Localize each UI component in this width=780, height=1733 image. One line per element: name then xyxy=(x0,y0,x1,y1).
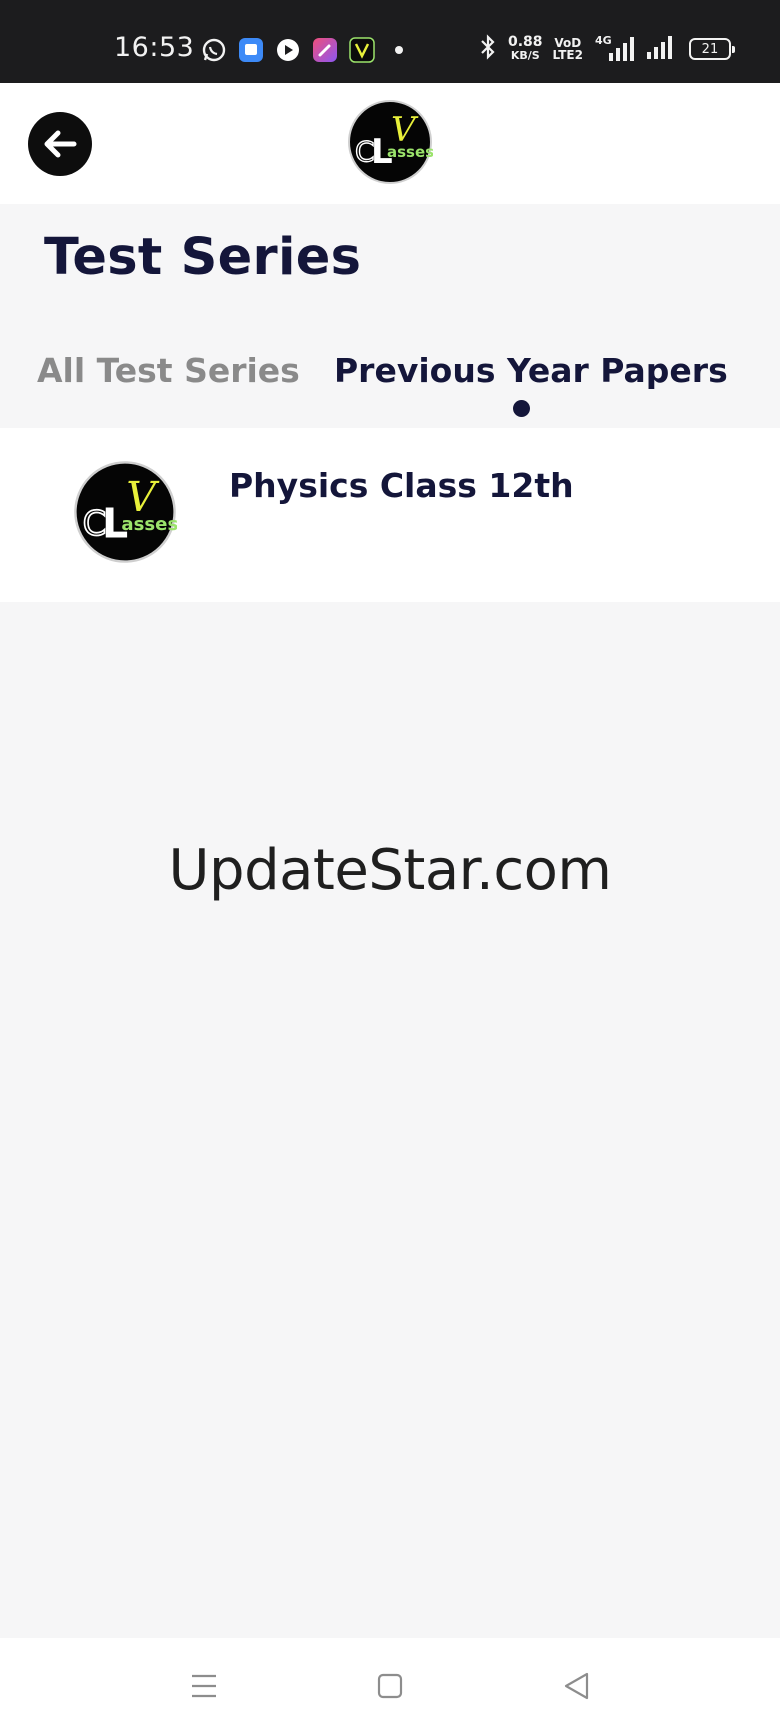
bluetooth-icon xyxy=(478,33,498,65)
item-logo: V C L asses xyxy=(73,460,178,564)
nav-home-button[interactable] xyxy=(370,1666,410,1706)
tab-all-test-series[interactable]: All Test Series xyxy=(37,351,300,390)
tab-previous-year-papers[interactable]: Previous Year Papers xyxy=(334,351,728,390)
watermark-text: UpdateStar.com xyxy=(168,838,612,903)
back-button[interactable] xyxy=(28,112,92,176)
whatsapp-icon xyxy=(200,37,227,64)
notification-icons xyxy=(200,36,412,64)
title-section: Test Series All Test Series Previous Yea… xyxy=(0,204,780,428)
item-title: Physics Class 12th xyxy=(229,466,574,505)
list-item[interactable]: V C L asses Physics Class 12th xyxy=(0,428,780,602)
logo-letters-rest: asses xyxy=(387,143,433,161)
status-time: 16:53 xyxy=(114,32,195,63)
app-header: V C L asses xyxy=(0,83,780,204)
net-speed-value: 0.88 xyxy=(508,34,543,50)
nav-menu-button[interactable] xyxy=(184,1666,224,1706)
youtube-icon xyxy=(274,37,301,64)
system-icons: 0.88 KB/S VoD LTE2 4G 21 xyxy=(478,32,735,66)
status-bar: 16:53 0.88 KB/S VoD LTE2 4G 21 xyxy=(0,0,780,83)
page-title: Test Series xyxy=(44,228,362,287)
classes-logo: V C L asses xyxy=(347,99,434,185)
volte-bottom: LTE2 xyxy=(552,48,583,62)
classes-app-icon xyxy=(348,37,375,64)
triangle-back-icon xyxy=(564,1672,589,1700)
nav-back-button[interactable] xyxy=(556,1666,596,1706)
signal-4g-icon: 4G xyxy=(593,34,635,64)
signal-icon xyxy=(645,33,675,65)
square-icon xyxy=(377,1673,403,1699)
chat-app-icon xyxy=(237,37,264,64)
navigation-bar xyxy=(0,1638,780,1733)
screen: 16:53 0.88 KB/S VoD LTE2 4G 21 V C L ass… xyxy=(0,0,780,1733)
volte-indicator: VoD LTE2 xyxy=(553,37,583,61)
net-speed: 0.88 KB/S xyxy=(508,34,543,62)
battery-icon: 21 xyxy=(688,38,735,60)
dot-icon xyxy=(385,37,412,64)
active-tab-indicator xyxy=(513,400,530,417)
battery-level: 21 xyxy=(701,41,719,57)
menu-icon xyxy=(192,1674,216,1698)
arrow-left-icon xyxy=(44,130,77,158)
net-speed-unit: KB/S xyxy=(510,49,540,62)
item-logo-letters-rest: asses xyxy=(121,514,177,535)
app-icon xyxy=(311,37,338,64)
